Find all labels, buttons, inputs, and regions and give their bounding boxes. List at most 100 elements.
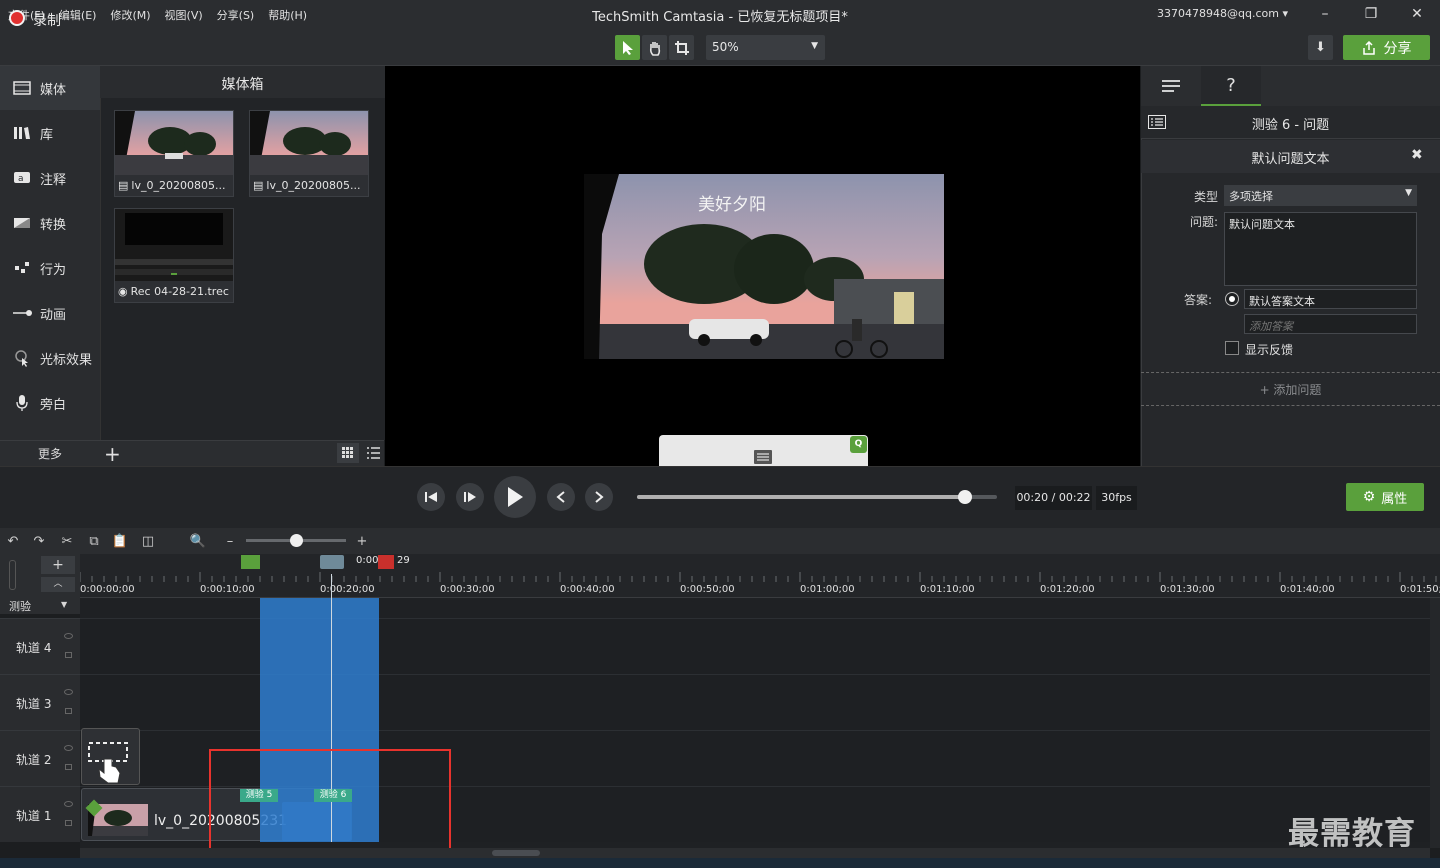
sidebar-item-transitions[interactable]: 转换 bbox=[0, 201, 100, 245]
sidebar-item-cursor-effects[interactable]: 光标效果 bbox=[0, 336, 100, 380]
step-forward-button[interactable] bbox=[456, 483, 484, 511]
add-question-button[interactable]: + 添加问题 bbox=[1141, 372, 1440, 406]
timeline-zoom-handle[interactable] bbox=[290, 534, 303, 547]
chevron-down-icon: ▼ bbox=[1405, 188, 1412, 198]
sidebar-item-animations[interactable]: 动画 bbox=[0, 291, 100, 335]
next-marker-button[interactable] bbox=[585, 483, 613, 511]
lock-icon[interactable] bbox=[65, 652, 72, 658]
close-button[interactable]: ✕ bbox=[1406, 4, 1428, 24]
ruler-tick-label: 0:01:30;00 bbox=[1160, 584, 1215, 595]
eye-icon[interactable] bbox=[64, 689, 73, 695]
tab-properties[interactable] bbox=[1141, 66, 1201, 106]
annotation-highlight bbox=[209, 749, 451, 857]
grid-view-icon[interactable] bbox=[337, 443, 359, 463]
show-feedback-checkbox[interactable] bbox=[1225, 341, 1239, 355]
sidebar-item-media[interactable]: 媒体 bbox=[0, 66, 100, 110]
record-icon[interactable] bbox=[9, 10, 25, 26]
timeline-toolbar bbox=[0, 528, 1440, 554]
account-menu[interactable]: 3370478948@qq.com ▾ bbox=[1157, 7, 1288, 20]
chevron-up-icon[interactable]: ︿ bbox=[41, 577, 75, 592]
question-label: 问题: bbox=[1189, 215, 1218, 229]
menu-lines-icon bbox=[1162, 80, 1180, 92]
quiz-list-icon bbox=[754, 450, 772, 464]
zoom-dropdown[interactable]: 50% ▼ bbox=[706, 35, 825, 60]
track-label: 轨道 4 bbox=[16, 641, 52, 655]
media-item[interactable]: ▤ lv_0_20200805... bbox=[249, 110, 369, 197]
sidebar-item-library[interactable]: 库 bbox=[0, 111, 100, 155]
sidebar-item-voice-narration[interactable]: 旁白 bbox=[0, 381, 100, 425]
previous-marker-button[interactable] bbox=[547, 483, 575, 511]
close-icon[interactable]: ✖ bbox=[1411, 147, 1423, 163]
add-answer-input[interactable]: 添加答案 bbox=[1244, 314, 1417, 334]
show-feedback-label: 显示反馈 bbox=[1245, 343, 1294, 357]
quiz-track-header[interactable]: 测验 ▼ bbox=[0, 597, 80, 613]
download-icon[interactable]: ⬇ bbox=[1308, 35, 1333, 60]
zoom-icon[interactable]: 🔍 bbox=[189, 532, 207, 550]
menu-help[interactable]: 帮助(H) bbox=[268, 7, 307, 23]
track-header-3[interactable]: 轨道 3 bbox=[0, 674, 80, 730]
paste-icon[interactable]: 📋 bbox=[111, 532, 129, 550]
properties-tabs: ? bbox=[1141, 66, 1440, 106]
playhead-handle[interactable] bbox=[320, 555, 344, 569]
video-preview[interactable]: 美好夕阳 bbox=[584, 174, 944, 359]
hand-icon bbox=[649, 41, 660, 56]
properties-button[interactable]: ⚙ 属性 bbox=[1346, 483, 1424, 511]
split-icon[interactable]: ◫ bbox=[139, 532, 157, 550]
track-height-slider[interactable] bbox=[9, 560, 16, 590]
record-button[interactable]: 录制 bbox=[33, 10, 61, 30]
restore-button[interactable]: ❐ bbox=[1360, 4, 1382, 24]
copy-icon[interactable]: ⧉ bbox=[85, 532, 103, 550]
vertical-scrollbar[interactable] bbox=[1430, 598, 1440, 848]
answer-input[interactable]: 默认答案文本 bbox=[1244, 289, 1417, 309]
cut-icon[interactable]: ✂ bbox=[58, 532, 76, 550]
sidebar-item-label: 库 bbox=[40, 127, 54, 143]
play-button[interactable] bbox=[494, 476, 536, 518]
tab-quiz-help[interactable]: ? bbox=[1201, 66, 1261, 106]
share-button[interactable]: 分享 bbox=[1343, 35, 1430, 60]
redo-icon[interactable]: ↷ bbox=[30, 532, 48, 550]
eye-icon[interactable] bbox=[64, 633, 73, 639]
eye-icon[interactable] bbox=[64, 745, 73, 751]
media-item[interactable]: ▤ lv_0_20200805... bbox=[114, 110, 234, 197]
question-type-select[interactable]: 多项选择 ▼ bbox=[1224, 185, 1417, 206]
question-header-text: 默认问题文本 bbox=[1251, 152, 1330, 167]
menu-edit[interactable]: 编辑(E) bbox=[59, 7, 97, 23]
sidebar-item-label: 旁白 bbox=[40, 397, 67, 413]
undo-icon[interactable]: ↶ bbox=[4, 532, 22, 550]
selection-start-handle[interactable] bbox=[241, 555, 260, 569]
add-track-icon[interactable]: + bbox=[41, 556, 75, 574]
quiz-card[interactable] bbox=[659, 435, 868, 466]
track-header-1[interactable]: 轨道 1 bbox=[0, 786, 80, 842]
minimize-button[interactable]: – bbox=[1314, 4, 1336, 24]
lock-icon[interactable] bbox=[65, 820, 72, 826]
menu-view[interactable]: 视图(V) bbox=[165, 7, 203, 23]
sidebar-item-annotations[interactable]: a 注释 bbox=[0, 156, 100, 200]
track-header-2[interactable]: 轨道 2 bbox=[0, 730, 80, 786]
sidebar-item-behaviors[interactable]: 行为 bbox=[0, 246, 100, 290]
question-textarea[interactable]: 默认问题文本 bbox=[1224, 212, 1417, 286]
eye-icon[interactable] bbox=[64, 801, 73, 807]
select-tool-button[interactable] bbox=[615, 35, 640, 60]
horizontal-scrollbar[interactable] bbox=[80, 848, 1430, 858]
scrollbar-thumb[interactable] bbox=[492, 850, 540, 856]
menu-share[interactable]: 分享(S) bbox=[217, 7, 255, 23]
media-item[interactable]: ◉ Rec 04-28-21.trec bbox=[114, 208, 234, 303]
zoom-in-icon[interactable]: + bbox=[353, 532, 371, 550]
more-button[interactable]: 更多 bbox=[0, 445, 100, 462]
crop-tool-button[interactable] bbox=[669, 35, 694, 60]
scrubber-handle[interactable] bbox=[957, 490, 972, 504]
zoom-out-icon[interactable]: – bbox=[221, 532, 239, 550]
step-back-button[interactable] bbox=[417, 483, 445, 511]
media-bin-title: 媒体箱 bbox=[100, 66, 385, 98]
correct-answer-radio[interactable] bbox=[1225, 292, 1239, 306]
track-header-4[interactable]: 轨道 4 bbox=[0, 618, 80, 674]
selection-end-handle[interactable] bbox=[378, 555, 394, 569]
add-media-icon[interactable]: + bbox=[104, 442, 121, 466]
timeline-ruler[interactable] bbox=[80, 554, 1440, 598]
cursor-effect-clip[interactable] bbox=[81, 728, 140, 785]
pan-tool-button[interactable] bbox=[642, 35, 667, 60]
list-view-icon[interactable] bbox=[362, 443, 384, 463]
menu-modify[interactable]: 修改(M) bbox=[110, 7, 150, 23]
lock-icon[interactable] bbox=[65, 708, 72, 714]
lock-icon[interactable] bbox=[65, 764, 72, 770]
